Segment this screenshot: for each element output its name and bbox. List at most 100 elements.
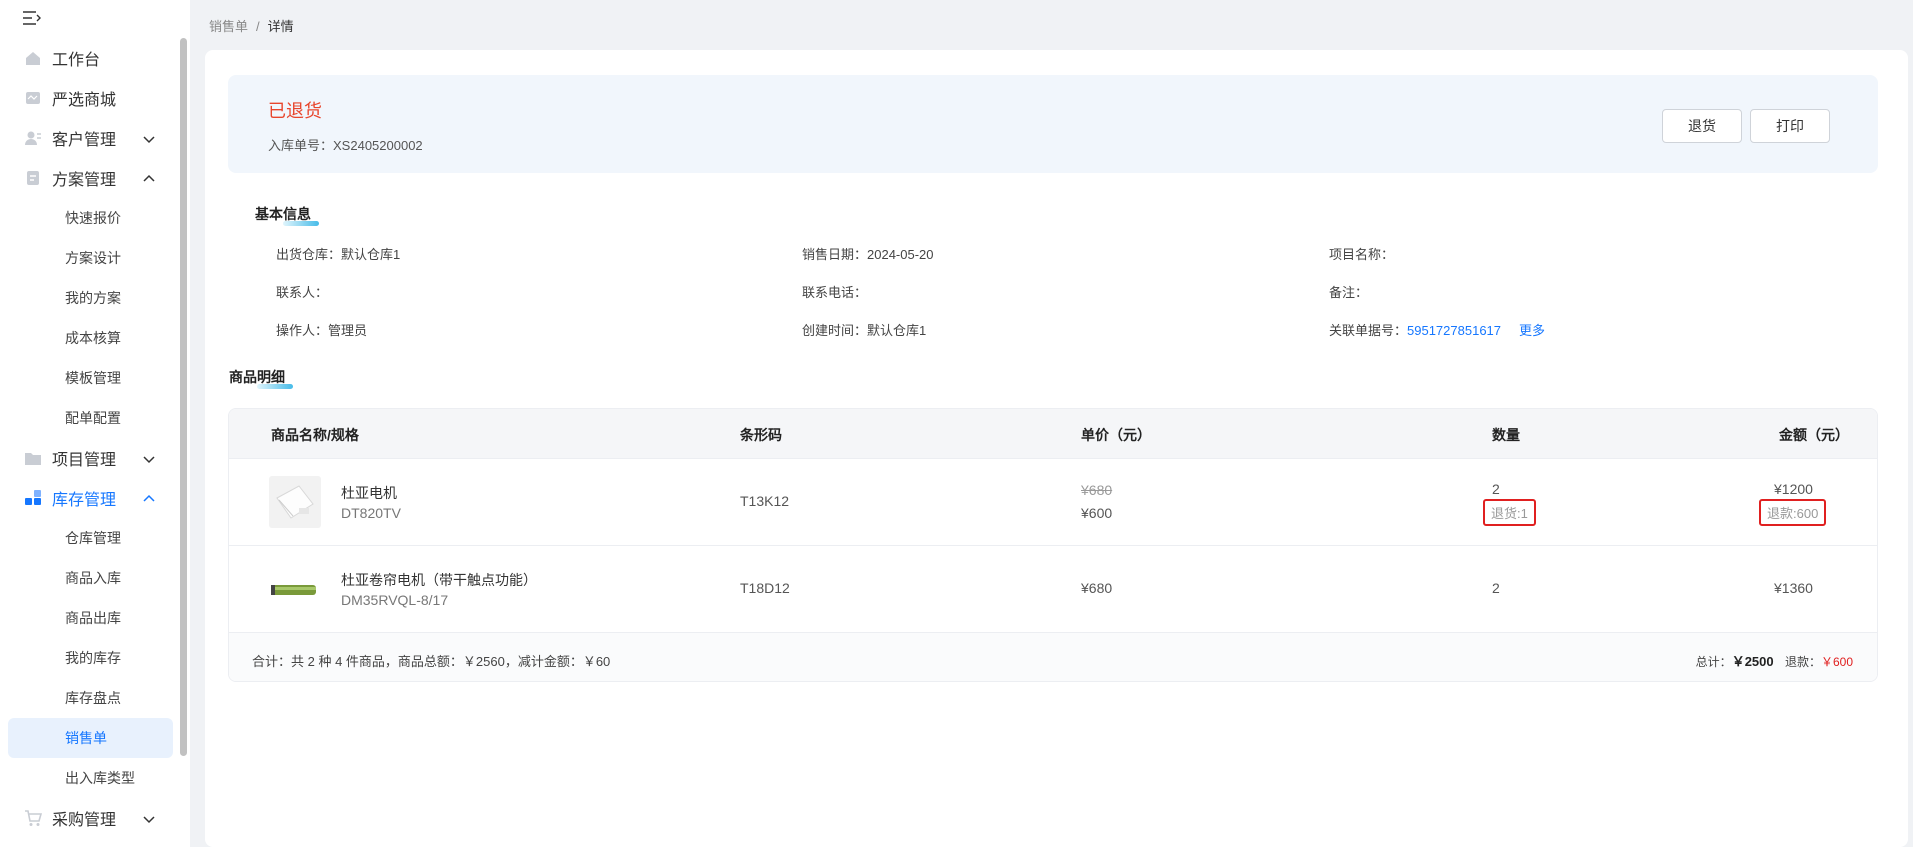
- sidebar-sub-my-stock[interactable]: 我的库存: [8, 638, 173, 678]
- column-header: 单价（元）: [1081, 427, 1151, 443]
- total-summary: 总计：￥2500 退款：￥600: [1696, 651, 1853, 670]
- sidebar-item-inventory[interactable]: 库存管理: [0, 478, 178, 518]
- sidebar-item-label: 工作台: [52, 52, 101, 69]
- sidebar: 工作台 严选商城 客户管理 方案管理 快速报价 方案设计 我的方案 成本核算 模…: [0, 0, 190, 847]
- quantity: 2: [1492, 580, 1500, 596]
- sidebar-sub-quick-quote[interactable]: 快速报价: [8, 198, 173, 238]
- amount: ¥1360: [1774, 580, 1813, 596]
- chevron-up-icon: [143, 172, 155, 184]
- table-row: 杜亚电机 DT820TV T13K12 ¥680 ¥600 2 退货:1 ¥12…: [229, 458, 1877, 545]
- summary-text: 合计：共 2 种 4 件商品，商品总额：￥2560，减计金额：￥60: [252, 654, 611, 669]
- sidebar-sub-order-config[interactable]: 配单配置: [8, 398, 173, 438]
- more-link[interactable]: 更多: [1519, 323, 1545, 338]
- scheme-icon: [24, 169, 42, 187]
- sidebar-item-projects[interactable]: 项目管理: [0, 438, 178, 478]
- sidebar-item-label: 采购管理: [52, 812, 117, 829]
- refund-value: ￥600: [1820, 655, 1853, 669]
- sidebar-item-label: 库存管理: [52, 492, 117, 509]
- breadcrumb: 销售单 / 详情: [209, 16, 294, 35]
- table-row: 杜亚卷帘电机（带干触点功能） DM35RVQL-8/17 T18D12 ¥680…: [229, 545, 1877, 632]
- product-name: 杜亚卷帘电机（带干触点功能）: [341, 572, 537, 588]
- info-project: 项目名称：: [1329, 247, 1395, 262]
- sidebar-sub-sales-order[interactable]: 销售单: [8, 718, 173, 758]
- info-related-label: 关联单据号：: [1329, 323, 1408, 338]
- chevron-up-icon: [143, 492, 155, 504]
- status-panel: 已退货 入库单号：XS2405200002 退货 打印: [228, 75, 1878, 173]
- sidebar-sub-label: 出入库类型: [65, 770, 135, 786]
- sidebar-sub-templates[interactable]: 模板管理: [8, 358, 173, 398]
- goods-title: 商品明细: [229, 367, 293, 389]
- sidebar-sub-label: 销售单: [65, 730, 107, 746]
- breadcrumb-separator: /: [256, 19, 260, 34]
- order-number-value: XS2405200002: [333, 138, 423, 153]
- store-icon: [24, 89, 42, 107]
- sidebar-item-schemes[interactable]: 方案管理: [0, 158, 178, 198]
- info-created: 创建时间：默认仓库1: [802, 323, 927, 338]
- sidebar-sub-stocktake[interactable]: 库存盘点: [8, 678, 173, 718]
- folder-icon: [24, 449, 42, 467]
- product-spec: DT820TV: [341, 505, 401, 521]
- related-order-link[interactable]: 5951727851617: [1407, 323, 1501, 338]
- sidebar-sub-scheme-design[interactable]: 方案设计: [8, 238, 173, 278]
- total-value: ￥2500: [1731, 654, 1774, 669]
- sidebar-sub-label: 快速报价: [65, 210, 121, 226]
- refund-label: 退款：: [1784, 655, 1821, 669]
- sidebar-item-workbench[interactable]: 工作台: [0, 38, 178, 78]
- table-footer: 合计：共 2 种 4 件商品，商品总额：￥2560，减计金额：￥60 总计：￥2…: [229, 632, 1877, 681]
- sidebar-sub-cost[interactable]: 成本核算: [8, 318, 173, 358]
- sidebar-sub-label: 我的库存: [65, 650, 121, 666]
- breadcrumb-parent[interactable]: 销售单: [209, 19, 248, 34]
- info-related: 关联单据号：5951727851617 更多: [1329, 320, 1545, 339]
- order-number-label: 入库单号：: [268, 138, 334, 153]
- detail-card: 已退货 入库单号：XS2405200002 退货 打印 基本信息 出货仓库：默认…: [205, 50, 1908, 847]
- info-remark: 备注：: [1329, 285, 1369, 300]
- sidebar-sub-label: 模板管理: [65, 370, 121, 386]
- amount: ¥1200: [1774, 481, 1813, 497]
- sidebar-sub-warehouse[interactable]: 仓库管理: [8, 518, 173, 558]
- refund-badge: 退款:600: [1759, 499, 1827, 526]
- chevron-down-icon: [143, 812, 155, 824]
- order-number: 入库单号：XS2405200002: [268, 135, 423, 154]
- info-phone: 联系电话：: [802, 285, 868, 300]
- sidebar-sub-label: 成本核算: [65, 330, 121, 346]
- basic-info-title-text: 基本信息: [255, 206, 311, 222]
- sidebar-sub-my-schemes[interactable]: 我的方案: [8, 278, 173, 318]
- info-operator: 操作人：管理员: [276, 323, 368, 338]
- product-spec: DM35RVQL-8/17: [341, 592, 449, 608]
- goods-table: 商品名称/规格 条形码 单价（元） 数量 金额（元） 杜亚电机 DT820TV …: [228, 408, 1878, 682]
- sidebar-item-customers[interactable]: 客户管理: [0, 118, 178, 158]
- return-button[interactable]: 退货: [1662, 109, 1742, 143]
- sidebar-sub-io-types[interactable]: 出入库类型: [8, 758, 173, 798]
- sidebar-item-label: 方案管理: [52, 172, 117, 189]
- home-icon: [24, 49, 42, 67]
- column-header: 数量: [1492, 427, 1520, 443]
- status-title: 已退货: [268, 101, 322, 121]
- column-header: 条形码: [740, 427, 782, 443]
- info-contact: 联系人：: [276, 285, 329, 300]
- print-button[interactable]: 打印: [1750, 109, 1830, 143]
- original-price: ¥680: [1081, 482, 1113, 498]
- title-underline: [283, 221, 319, 226]
- sidebar-sub-label: 我的方案: [65, 290, 121, 306]
- column-header: 商品名称/规格: [271, 427, 359, 443]
- sidebar-sub-stock-out[interactable]: 商品出库: [8, 598, 173, 638]
- cart-icon: [24, 809, 43, 827]
- return-quantity-badge: 退货:1: [1483, 499, 1536, 526]
- barcode: T18D12: [740, 580, 790, 596]
- sidebar-item-mall[interactable]: 严选商城: [0, 78, 178, 118]
- product-thumbnail: [269, 563, 321, 615]
- basic-info-title: 基本信息: [255, 204, 319, 226]
- sidebar-sub-label: 配单配置: [65, 410, 121, 426]
- chevron-down-icon: [143, 132, 155, 144]
- sidebar-item-purchasing[interactable]: 采购管理: [0, 798, 178, 838]
- sidebar-sub-label: 方案设计: [65, 250, 121, 266]
- menu-collapse-icon[interactable]: [22, 10, 44, 28]
- product-thumbnail: [269, 476, 321, 528]
- sidebar-scrollbar[interactable]: [180, 38, 187, 756]
- breadcrumb-current: 详情: [267, 19, 294, 34]
- quantity: 2: [1492, 481, 1500, 497]
- inventory-icon: [24, 489, 42, 507]
- title-underline: [257, 384, 293, 389]
- sidebar-sub-stock-in[interactable]: 商品入库: [8, 558, 173, 598]
- goods-title-text: 商品明细: [229, 369, 285, 385]
